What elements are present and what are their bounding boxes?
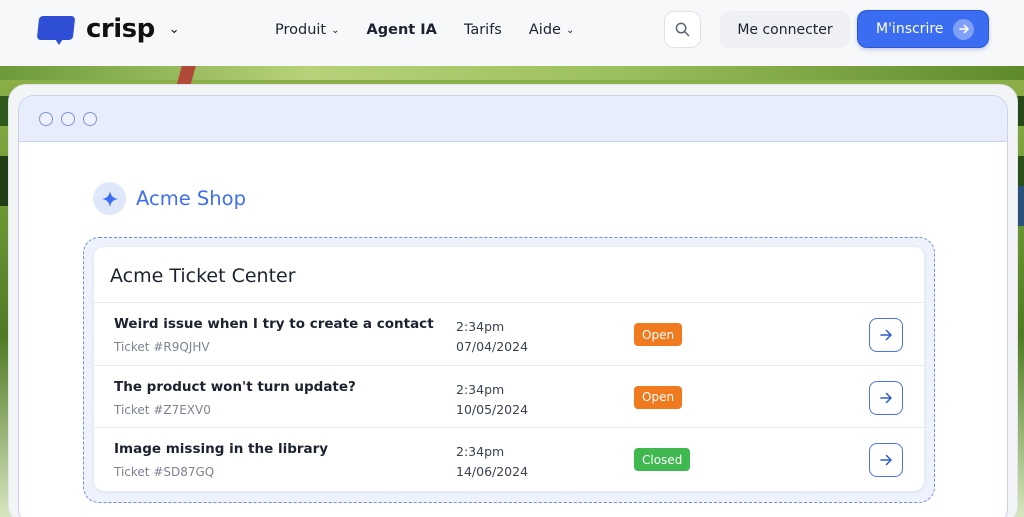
nav-label: Agent IA	[366, 22, 437, 38]
login-button[interactable]: Me connecter	[720, 11, 850, 48]
ticket-title: The product won't turn update?	[114, 378, 356, 395]
ticket-id: Ticket #Z7EXV0	[114, 402, 211, 417]
signup-label: M'inscrire	[876, 21, 944, 37]
main-nav: Produit ⌄ Agent IA Tarifs Aide ⌄	[275, 20, 574, 40]
ticket-row: Weird issue when I try to create a conta…	[94, 303, 924, 366]
arrow-right-icon	[880, 329, 892, 341]
nav-item-tarifs[interactable]: Tarifs	[464, 20, 502, 40]
nav-label: Produit	[275, 22, 327, 38]
ticket-title: Weird issue when I try to create a conta…	[114, 316, 434, 332]
ticket-row: The product won't turn update? Ticket #Z…	[94, 366, 924, 428]
window-dot-icon	[83, 111, 97, 126]
status-badge: Closed	[634, 448, 691, 471]
landscape-sky	[0, 66, 1024, 80]
window-dot-icon	[39, 111, 53, 126]
arrow-right-icon	[880, 454, 892, 466]
open-ticket-button[interactable]	[869, 443, 903, 477]
ticket-date: 07/04/2024	[456, 339, 529, 354]
ticket-center-panel: Acme Ticket Center Weird issue when I tr…	[94, 247, 924, 491]
window-titlebar	[19, 96, 1007, 142]
search-button[interactable]	[664, 11, 701, 48]
nav-item-produit[interactable]: Produit ⌄	[275, 20, 340, 40]
window-dot-icon	[61, 111, 75, 126]
ticket-date: 14/06/2024	[456, 464, 529, 479]
crisp-logo[interactable]: crisp ⌄	[36, 14, 180, 45]
search-icon	[675, 22, 690, 37]
chat-bubble-logo-icon	[36, 14, 76, 45]
ticket-row: Image missing in the library Ticket #SD8…	[94, 428, 924, 491]
nav-item-agent-ia[interactable]: Agent IA	[367, 20, 437, 40]
ticket-time: 2:34pm	[456, 381, 505, 397]
chevron-down-icon: ⌄	[565, 24, 575, 36]
shop-brand: Acme Shop	[93, 182, 246, 215]
nav-item-aide[interactable]: Aide ⌄	[529, 20, 574, 40]
site-header: crisp ⌄ Produit ⌄ Agent IA Tarifs Aide ⌄…	[0, 0, 1024, 66]
arrow-right-icon	[953, 18, 974, 40]
arrow-right-icon	[880, 392, 892, 403]
status-badge: Open	[634, 385, 683, 409]
nav-label: Tarifs	[463, 22, 502, 38]
ticket-title: Image missing in the library	[114, 441, 329, 457]
signup-button[interactable]: M'inscrire	[857, 10, 989, 48]
shop-name: Acme Shop	[136, 187, 246, 210]
open-ticket-button[interactable]	[869, 318, 903, 352]
logo-text: crisp	[86, 14, 155, 44]
chevron-down-icon: ⌄	[331, 24, 340, 36]
open-ticket-button[interactable]	[869, 380, 903, 415]
ticket-time: 2:34pm	[456, 444, 505, 459]
nav-label: Aide	[528, 22, 561, 38]
ticket-center-title: Acme Ticket Center	[94, 247, 924, 303]
ticket-time: 2:34pm	[456, 319, 505, 334]
status-badge: Open	[634, 323, 683, 346]
sparkle-icon	[93, 182, 126, 215]
ticket-id: Ticket #SD87GQ	[114, 465, 215, 479]
ticket-date: 10/05/2024	[456, 401, 529, 417]
ticket-id: Ticket #R9QJHV	[114, 340, 210, 354]
chevron-down-icon[interactable]: ⌄	[169, 22, 180, 37]
